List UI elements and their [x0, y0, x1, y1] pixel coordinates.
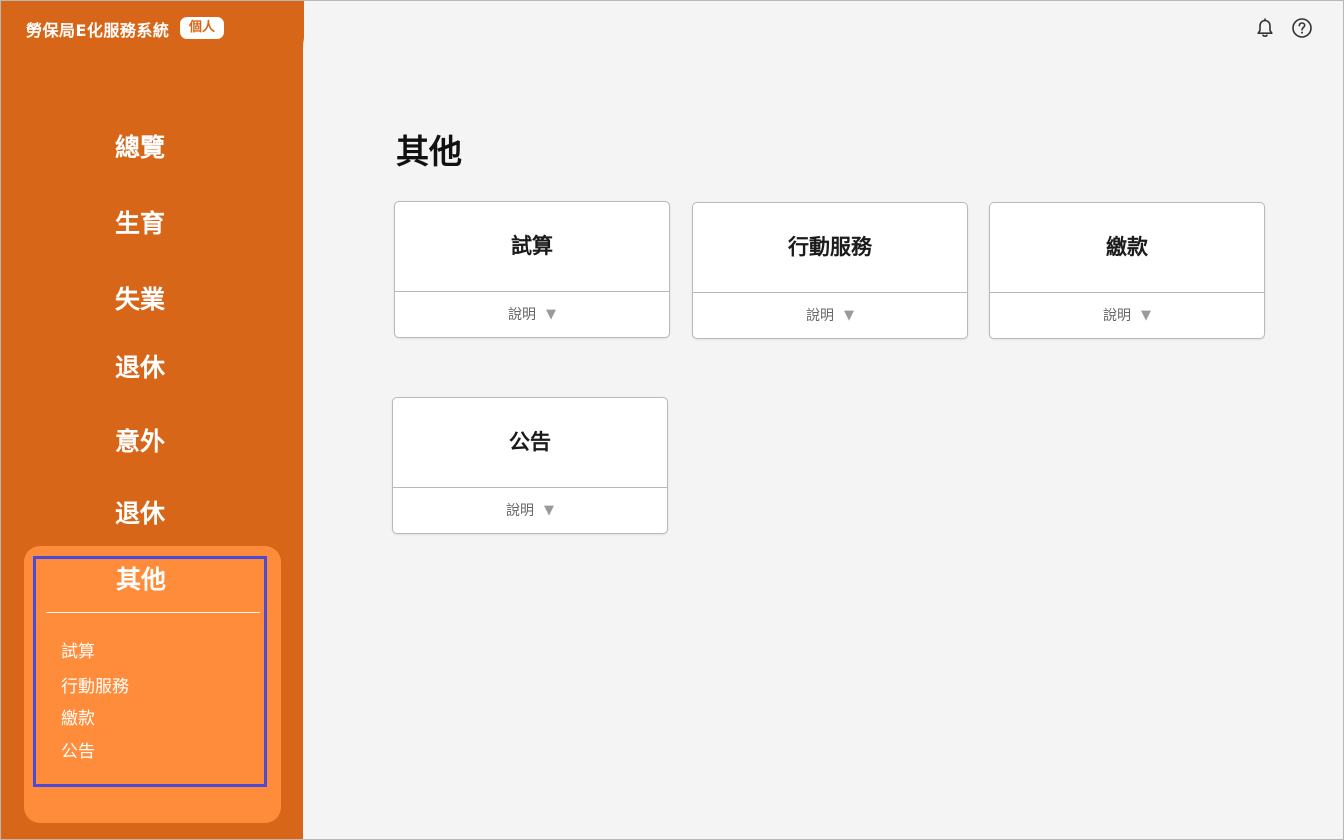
card-title[interactable]: 公告	[393, 398, 667, 487]
sidebar-divider	[46, 612, 260, 613]
app-title: 勞保局E化服務系統	[26, 21, 170, 40]
help-label: 說明	[506, 503, 534, 519]
sidebar-item-accident[interactable]: 意外	[0, 422, 280, 458]
card-title[interactable]: 試算	[395, 202, 669, 291]
sidebar-item-maternity[interactable]: 生育	[0, 204, 280, 240]
sidebar-subitem-mobile-service[interactable]: 行動服務	[61, 672, 129, 697]
service-card-announcement: 公告 說明 ▼	[392, 397, 668, 534]
sidebar-subitem-announcement[interactable]: 公告	[61, 737, 95, 762]
caret-down-icon: ▼	[546, 307, 556, 322]
service-card-payment: 繳款 說明 ▼	[989, 202, 1265, 339]
card-title[interactable]: 繳款	[990, 203, 1264, 292]
help-label: 說明	[1103, 308, 1131, 324]
sidebar-item-overview[interactable]: 總覽	[0, 128, 280, 164]
sidebar-item-retirement[interactable]: 退休	[0, 348, 280, 384]
caret-down-icon: ▼	[844, 308, 854, 323]
sidebar: 勞保局E化服務系統 個人 總覽 生育 失業 退休 意外 退休 其他 試算 行動服…	[0, 0, 304, 840]
bell-icon[interactable]	[1254, 17, 1276, 39]
card-help-toggle[interactable]: 說明 ▼	[990, 293, 1264, 339]
card-help-toggle[interactable]: 說明 ▼	[395, 292, 669, 338]
card-title[interactable]: 行動服務	[693, 203, 967, 292]
account-type-badge: 個人	[180, 17, 224, 39]
help-label: 說明	[508, 307, 536, 323]
caret-down-icon: ▼	[544, 503, 554, 518]
card-help-toggle[interactable]: 說明 ▼	[393, 488, 667, 534]
help-icon[interactable]	[1291, 17, 1313, 39]
sidebar-subitem-payment[interactable]: 繳款	[61, 704, 95, 729]
sidebar-item-unemployment[interactable]: 失業	[0, 280, 280, 316]
sidebar-subitem-calculation[interactable]: 試算	[61, 637, 95, 662]
sidebar-item-other[interactable]: 其他	[33, 560, 249, 596]
service-card-mobile-service: 行動服務 說明 ▼	[692, 202, 968, 339]
card-help-toggle[interactable]: 說明 ▼	[693, 293, 967, 339]
sidebar-item-retirement-2[interactable]: 退休	[0, 494, 280, 530]
service-card-calculation: 試算 說明 ▼	[394, 201, 670, 338]
page-title: 其他	[396, 132, 462, 171]
help-label: 說明	[806, 308, 834, 324]
caret-down-icon: ▼	[1141, 308, 1151, 323]
